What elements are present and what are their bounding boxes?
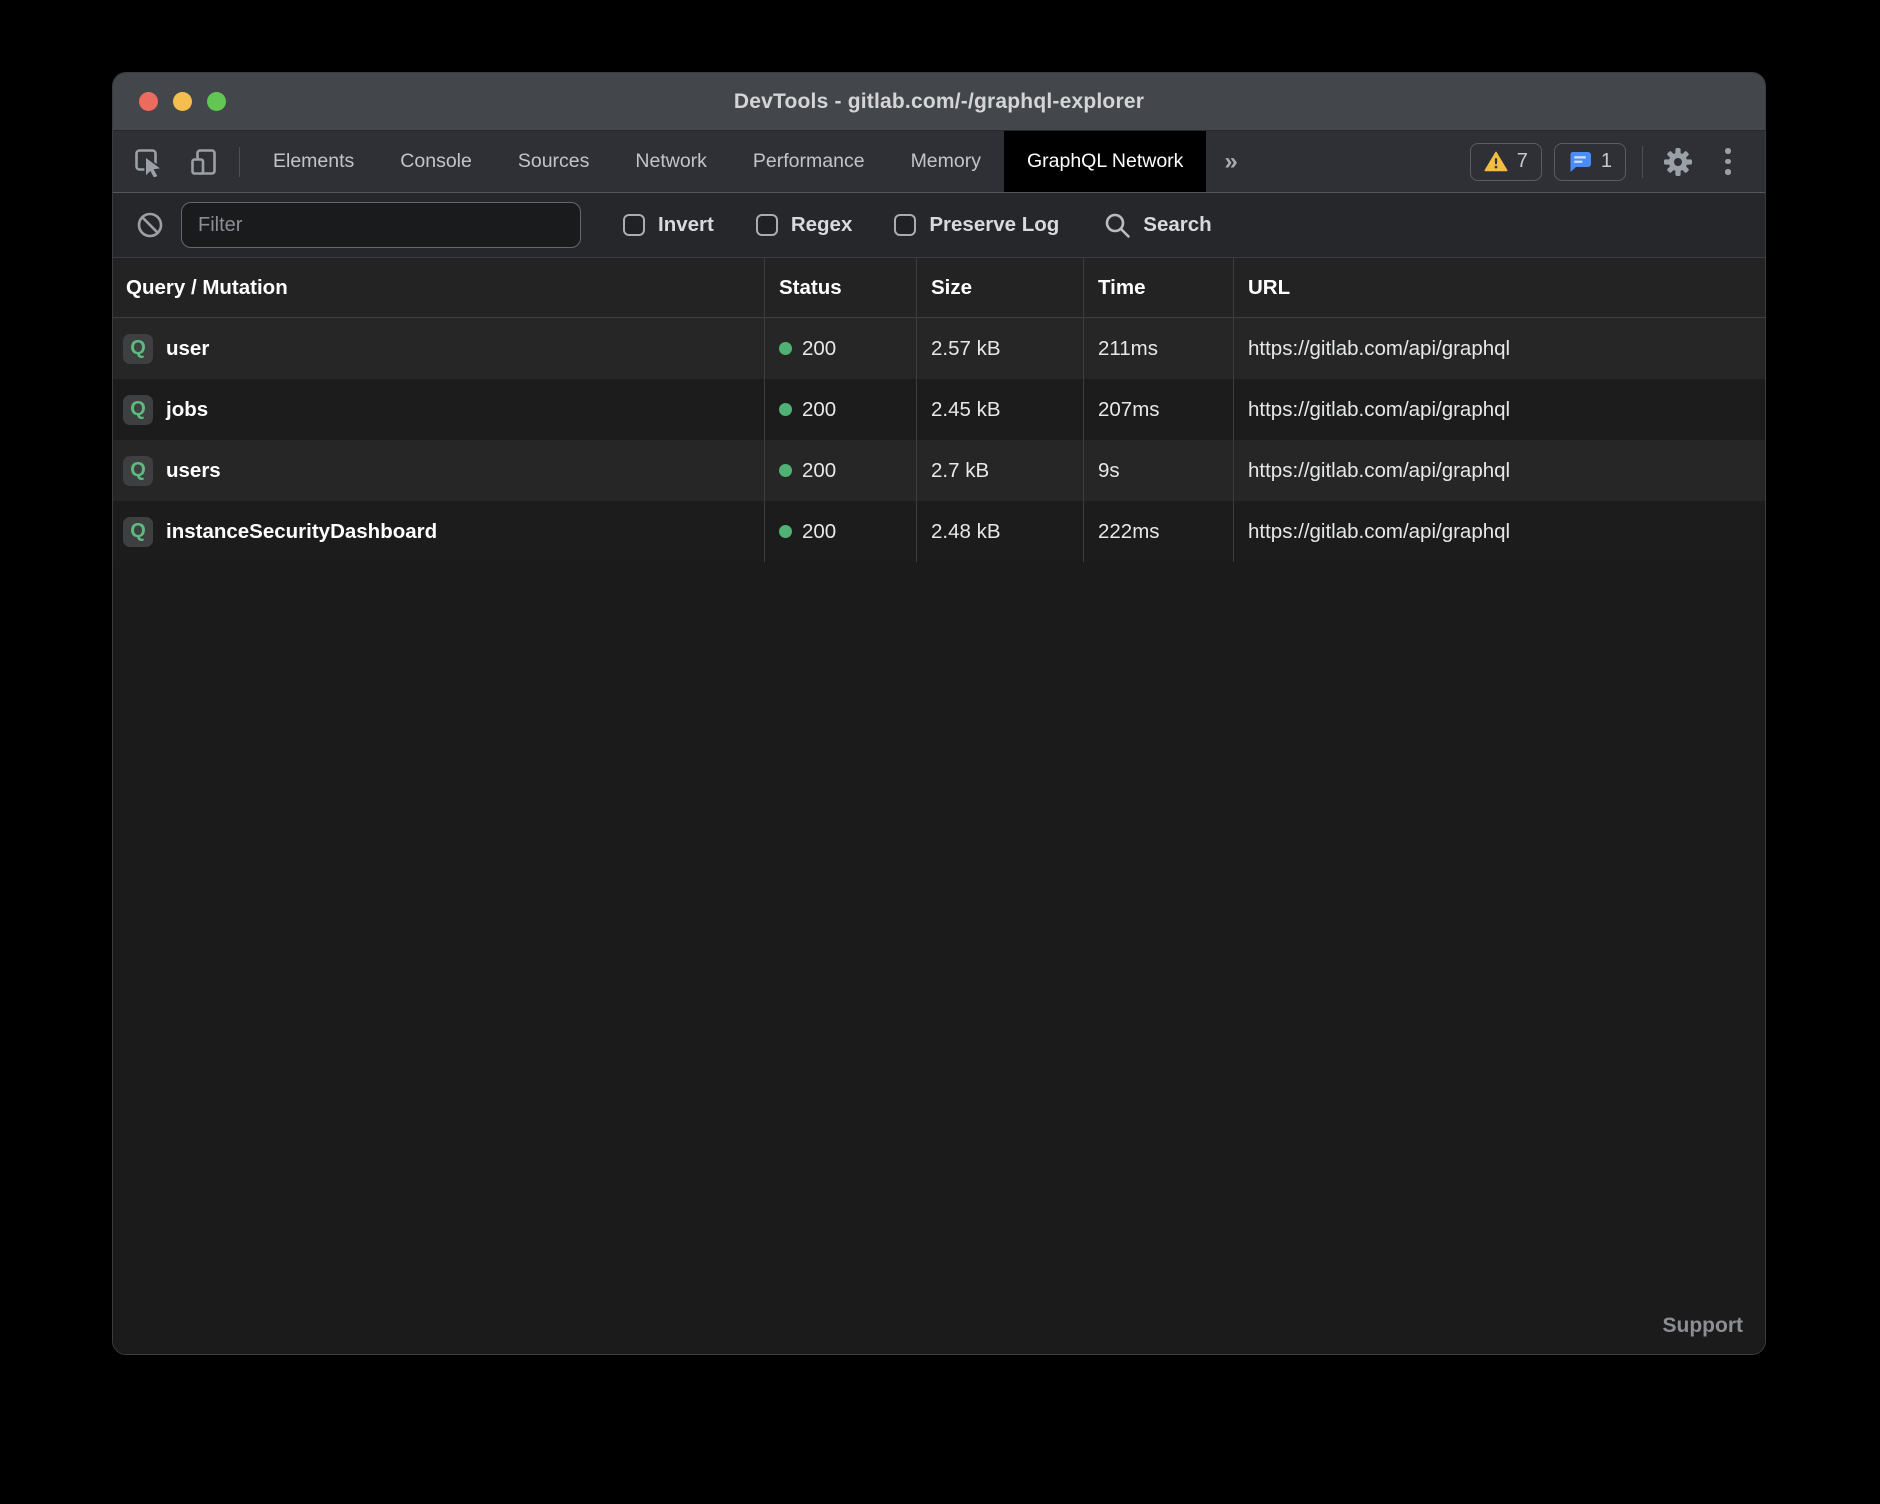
settings-gear-icon[interactable] (1659, 143, 1697, 181)
preserve-log-checkbox[interactable] (894, 214, 916, 236)
tab-console[interactable]: Console (377, 131, 495, 192)
table-row[interactable]: Q instanceSecurityDashboard 200 2.48 kB … (113, 501, 1765, 562)
issues-bubble-icon (1568, 151, 1592, 173)
request-url: https://gitlab.com/api/graphql (1233, 379, 1765, 440)
tab-sources[interactable]: Sources (495, 131, 613, 192)
tab-network[interactable]: Network (612, 131, 730, 192)
column-header-url[interactable]: URL (1233, 258, 1765, 317)
toolbar-divider (239, 147, 240, 177)
column-header-time[interactable]: Time (1083, 258, 1233, 317)
query-name: instanceSecurityDashboard (166, 520, 437, 544)
search-icon (1103, 211, 1131, 239)
search-button[interactable]: Search (1103, 211, 1211, 239)
regex-checkbox[interactable] (756, 214, 778, 236)
status-ok-dot-icon (779, 403, 792, 416)
response-size: 2.48 kB (916, 501, 1083, 562)
issues-count: 1 (1601, 150, 1612, 173)
preserve-log-checkbox-group[interactable]: Preserve Log (894, 213, 1059, 237)
status-code: 200 (802, 337, 836, 361)
filter-input[interactable] (181, 202, 581, 248)
query-name: users (166, 459, 221, 483)
table-row[interactable]: Q users 200 2.7 kB 9s https://gitlab.com… (113, 440, 1765, 501)
response-time: 207ms (1083, 379, 1233, 440)
table-row[interactable]: Q user 200 2.57 kB 211ms https://gitlab.… (113, 318, 1765, 379)
query-name: jobs (166, 398, 208, 422)
invert-label: Invert (658, 213, 714, 237)
query-type-badge: Q (123, 456, 153, 486)
column-header-status[interactable]: Status (764, 258, 916, 317)
request-url: https://gitlab.com/api/graphql (1233, 440, 1765, 501)
regex-label: Regex (791, 213, 853, 237)
filter-toolbar: Invert Regex Preserve Log Search (113, 193, 1765, 258)
status-ok-dot-icon (779, 464, 792, 477)
response-size: 2.45 kB (916, 379, 1083, 440)
request-url: https://gitlab.com/api/graphql (1233, 501, 1765, 562)
support-link[interactable]: Support (1663, 1314, 1743, 1338)
status-ok-dot-icon (779, 342, 792, 355)
tab-performance[interactable]: Performance (730, 131, 888, 192)
status-ok-dot-icon (779, 525, 792, 538)
tab-memory[interactable]: Memory (888, 131, 1004, 192)
clear-filter-icon[interactable] (135, 210, 165, 240)
query-type-badge: Q (123, 517, 153, 547)
issues-badge-button[interactable]: 1 (1554, 143, 1626, 181)
response-time: 222ms (1083, 501, 1233, 562)
devtools-window: DevTools - gitlab.com/-/graphql-explorer… (112, 72, 1766, 1355)
panel-tabs: Elements Console Sources Network Perform… (250, 131, 1256, 192)
status-code: 200 (802, 520, 836, 544)
table-empty-area: Support (113, 562, 1765, 1354)
inspect-element-icon[interactable] (129, 143, 167, 181)
device-toolbar-icon[interactable] (185, 143, 223, 181)
table-header: Query / Mutation Status Size Time URL (113, 258, 1765, 318)
query-type-badge: Q (123, 334, 153, 364)
title-bar: DevTools - gitlab.com/-/graphql-explorer (113, 73, 1765, 131)
more-tabs-chevron-icon[interactable]: » (1206, 131, 1255, 192)
query-name: user (166, 337, 209, 361)
search-label: Search (1143, 213, 1211, 237)
warnings-count: 7 (1517, 150, 1528, 173)
preserve-log-label: Preserve Log (929, 213, 1059, 237)
column-header-size[interactable]: Size (916, 258, 1083, 317)
response-time: 211ms (1083, 318, 1233, 379)
regex-checkbox-group[interactable]: Regex (756, 213, 853, 237)
table-row[interactable]: Q jobs 200 2.45 kB 207ms https://gitlab.… (113, 379, 1765, 440)
request-url: https://gitlab.com/api/graphql (1233, 318, 1765, 379)
tab-elements[interactable]: Elements (250, 131, 377, 192)
response-size: 2.7 kB (916, 440, 1083, 501)
tab-graphql-network[interactable]: GraphQL Network (1004, 131, 1206, 192)
query-type-badge: Q (123, 395, 153, 425)
devtools-tab-bar: Elements Console Sources Network Perform… (113, 131, 1765, 193)
status-code: 200 (802, 459, 836, 483)
invert-checkbox[interactable] (623, 214, 645, 236)
column-header-query-mutation[interactable]: Query / Mutation (113, 258, 764, 317)
response-time: 9s (1083, 440, 1233, 501)
warnings-badge-button[interactable]: 7 (1470, 143, 1542, 181)
warning-triangle-icon (1484, 151, 1508, 172)
cluster-divider (1642, 146, 1643, 178)
window-title: DevTools - gitlab.com/-/graphql-explorer (113, 90, 1765, 114)
more-options-kebab-icon[interactable] (1709, 143, 1747, 181)
response-size: 2.57 kB (916, 318, 1083, 379)
status-code: 200 (802, 398, 836, 422)
invert-checkbox-group[interactable]: Invert (623, 213, 714, 237)
